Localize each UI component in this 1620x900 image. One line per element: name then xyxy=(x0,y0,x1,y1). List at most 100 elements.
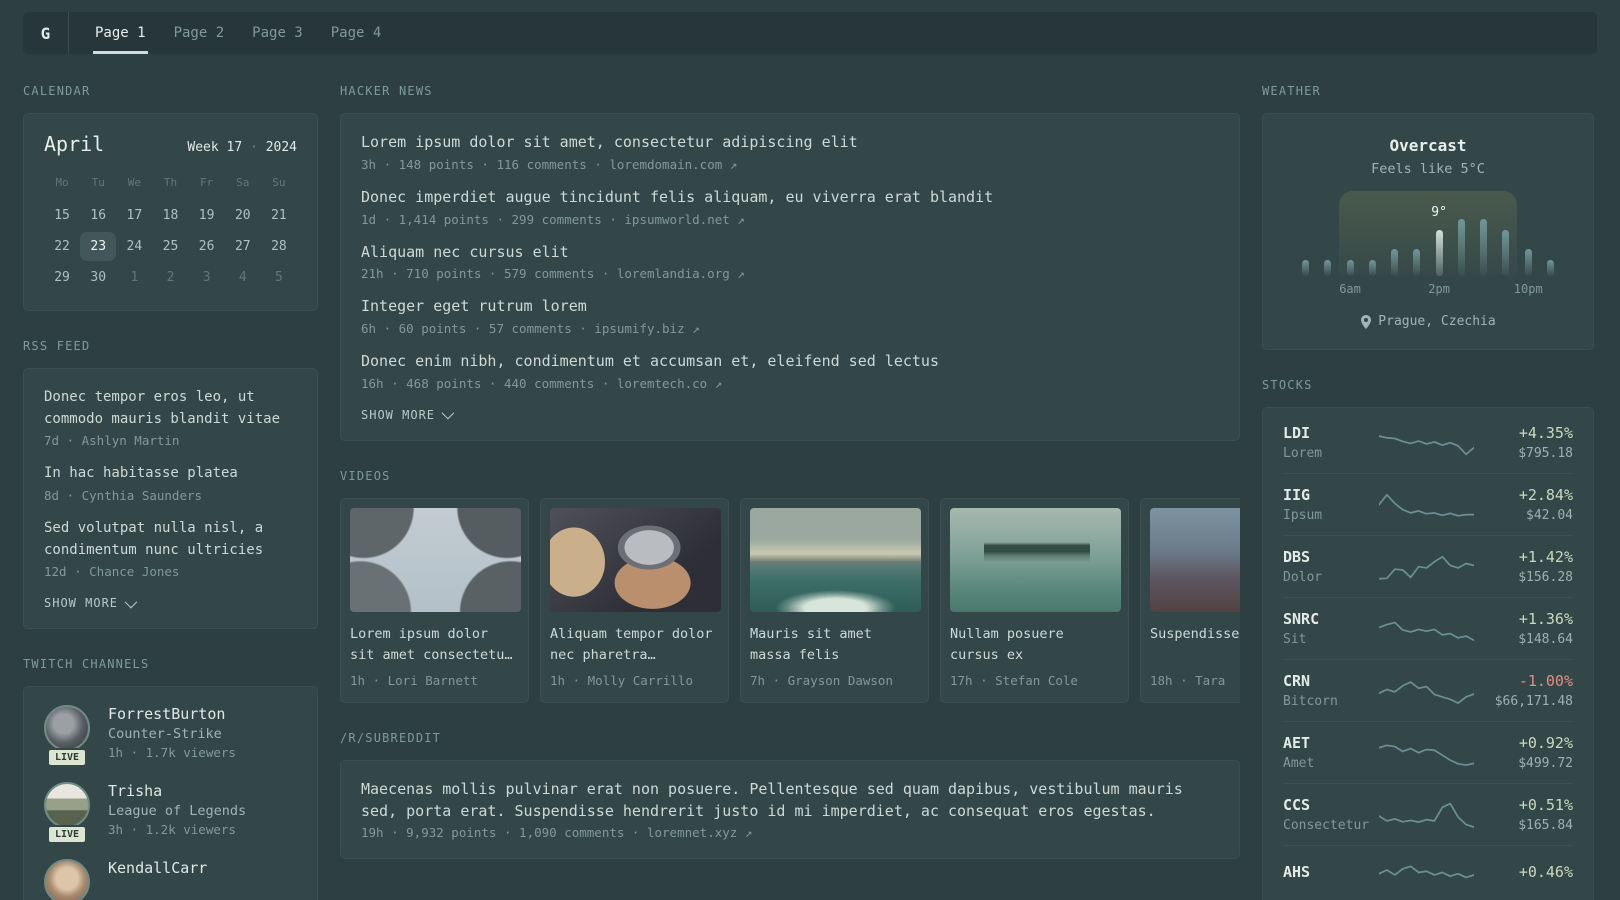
weather-bar xyxy=(1413,249,1421,276)
weather-chart: 9° xyxy=(1302,191,1554,276)
calendar-weekday: Sa xyxy=(236,176,250,189)
twitch-channel-game: League of Legends xyxy=(108,803,247,820)
video-card[interactable]: Mauris sit amet massa felis 7h · Grayson … xyxy=(740,497,929,703)
weather-time-labels: 6am 2pm 10pm xyxy=(1302,282,1554,298)
rss-item-title[interactable]: Sed volutpat nulla nisl, a condimentum n… xyxy=(44,518,297,561)
video-title[interactable]: Mauris sit amet massa felis xyxy=(750,624,919,666)
hackernews-item-title[interactable]: Lorem ipsum dolor sit amet, consectetur … xyxy=(361,132,1219,154)
twitch-channel-row[interactable]: LIVE ForrestBurton Counter-Strike 1h · 1.7k… xyxy=(44,705,297,768)
rss-show-more-button[interactable]: SHOW MORE xyxy=(44,595,138,610)
external-link[interactable]: loremdomain.com ↗ xyxy=(609,157,737,172)
video-card[interactable]: Lorem ipsum dolor sit amet consectetu… 1h… xyxy=(340,497,529,703)
weather-bar xyxy=(1324,260,1332,276)
twitch-channel-name[interactable]: KendallCarr xyxy=(108,859,207,877)
live-badge: LIVE xyxy=(47,748,88,768)
twitch-channel-row[interactable]: LIVE Trisha League of Legends 3h · 1.2k vie… xyxy=(44,782,297,845)
stock-symbol[interactable]: LDI xyxy=(1283,424,1375,442)
external-link[interactable]: loremnet.xyz ↗ xyxy=(647,825,752,840)
twitch-channel-row[interactable]: KendallCarr xyxy=(44,859,297,900)
calendar-day-selected: 23 xyxy=(80,232,117,261)
stock-change: -1.00% xyxy=(1518,672,1573,690)
external-link[interactable]: loremtech.co ↗ xyxy=(617,376,722,391)
twitch-channel-name[interactable]: Trisha xyxy=(108,782,246,800)
videos-row: Lorem ipsum dolor sit amet consectetu… 1h… xyxy=(340,497,1240,703)
calendar-day: 28 xyxy=(271,239,287,254)
weather-time-label: 2pm xyxy=(1428,282,1450,296)
hackernews-item-title[interactable]: Donec enim nibh, condimentum et accumsan… xyxy=(361,351,1219,373)
stock-row[interactable]: CRN Bitcorn -1.00% $66,171.48 xyxy=(1283,659,1573,721)
top-navigation-bar: G Page 1 Page 2 Page 3 Page 4 xyxy=(23,12,1597,54)
video-card[interactable]: Suspendisse diam 18h · Tara xyxy=(1140,497,1240,703)
stock-symbol[interactable]: AET xyxy=(1283,734,1375,752)
stock-row[interactable]: SNRC Sit +1.36% $148.64 xyxy=(1283,597,1573,659)
stock-row[interactable]: LDI Lorem +4.35% $795.18 xyxy=(1283,412,1573,473)
weather-bar xyxy=(1346,260,1354,276)
external-link[interactable]: loremlandia.org ↗ xyxy=(617,266,745,281)
rss-item-title[interactable]: Donec tempor eros leo, ut commodo mauris… xyxy=(44,387,297,430)
weather-time-label: 6am xyxy=(1339,282,1361,296)
external-link[interactable]: ipsumworld.net ↗ xyxy=(624,212,744,227)
rss-item-meta: 8d · Cynthia Saunders xyxy=(44,488,203,504)
stock-row[interactable]: CCS Consectetur +0.51% $165.84 xyxy=(1283,783,1573,845)
calendar-weekday: Fr xyxy=(200,176,214,189)
stock-info: CRN Bitcorn xyxy=(1283,672,1375,709)
hackernews-show-more-button[interactable]: SHOW MORE xyxy=(361,406,455,422)
tab-page-2[interactable]: Page 2 xyxy=(172,12,227,54)
tab-page-3[interactable]: Page 3 xyxy=(250,12,305,54)
rss-item-title[interactable]: In hac habitasse platea xyxy=(44,463,297,485)
video-title[interactable]: Nullam posuere cursus ex xyxy=(950,624,1119,666)
stock-price: $156.28 xyxy=(1518,570,1573,585)
right-column: WEATHER Overcast Feels like 5°C 9° 6am 2p… xyxy=(1262,84,1594,900)
rss-item-meta: 12d · Chance Jones xyxy=(44,564,180,580)
stock-symbol[interactable]: IIG xyxy=(1283,486,1375,504)
stock-name: Amet xyxy=(1283,756,1315,771)
stock-symbol[interactable]: DBS xyxy=(1283,548,1375,566)
video-title[interactable]: Suspendisse diam xyxy=(1150,624,1240,666)
rss-items: Donec tempor eros leo, ut commodo mauris… xyxy=(44,387,297,579)
calendar-section-title: CALENDAR xyxy=(23,84,91,98)
video-card[interactable]: Aliquam tempor dolor nec pharetra… 1h · M… xyxy=(540,497,729,703)
stock-name: Sit xyxy=(1283,632,1307,647)
calendar-month: April xyxy=(44,132,105,156)
stocks-section-title: STOCKS xyxy=(1262,378,1313,392)
calendar-day: 4 xyxy=(238,270,247,285)
calendar-week-year: Week 17 · 2024 xyxy=(187,140,297,155)
sparkline-chart xyxy=(1378,621,1474,641)
sparkline-chart xyxy=(1378,434,1474,455)
stock-symbol[interactable]: CRN xyxy=(1283,672,1375,690)
rss-item-meta: 7d · Ashlyn Martin xyxy=(44,433,180,449)
external-link[interactable]: ipsumify.biz ↗ xyxy=(594,321,699,336)
calendar-week: Week 17 xyxy=(187,140,243,155)
twitch-channel-info: KendallCarr xyxy=(108,859,207,900)
video-title[interactable]: Lorem ipsum dolor sit amet consectetu… xyxy=(350,624,519,666)
video-card[interactable]: Nullam posuere cursus ex 17h · Stefan Col… xyxy=(940,497,1129,703)
tab-page-1[interactable]: Page 1 xyxy=(93,12,148,54)
sparkline-chart xyxy=(1378,555,1474,580)
stock-row[interactable]: AHS +0.46% xyxy=(1283,845,1573,900)
tab-page-4[interactable]: Page 4 xyxy=(329,12,384,54)
app-logo[interactable]: G xyxy=(23,12,69,54)
rss-section-title: RSS FEED xyxy=(23,339,91,353)
stock-row[interactable]: AET Amet +0.92% $499.72 xyxy=(1283,721,1573,783)
weather-feels-like: Feels like 5°C xyxy=(1371,161,1485,177)
hackernews-item-title[interactable]: Aliquam nec cursus elit xyxy=(361,242,1219,264)
stock-symbol[interactable]: CCS xyxy=(1283,796,1375,814)
video-thumbnail xyxy=(550,507,721,612)
stock-row[interactable]: DBS Dolor +1.42% $156.28 xyxy=(1283,535,1573,597)
twitch-channel-name[interactable]: ForrestBurton xyxy=(108,705,236,723)
hackernews-item-title[interactable]: Integer eget rutrum lorem xyxy=(361,296,1219,318)
hackernews-item-title[interactable]: Donec imperdiet augue tincidunt felis al… xyxy=(361,187,1219,209)
subreddit-widget: Maecenas mollis pulvinar erat non posuer… xyxy=(340,759,1240,860)
feed-item-meta: 6h · 60 points · 57 comments · ipsumify.… xyxy=(361,321,700,336)
hackernews-section-title: HACKER NEWS xyxy=(340,84,433,98)
weather-bar xyxy=(1457,219,1465,276)
video-title[interactable]: Aliquam tempor dolor nec pharetra… xyxy=(550,624,719,666)
hackernews-widget: Lorem ipsum dolor sit amet, consectetur … xyxy=(340,113,1240,441)
subreddit-post-title[interactable]: Maecenas mollis pulvinar erat non posuer… xyxy=(361,779,1219,823)
stock-row[interactable]: IIG Ipsum +2.84% $42.04 xyxy=(1283,473,1573,535)
stock-symbol[interactable]: SNRC xyxy=(1283,610,1375,628)
feed-item-meta: 1d · 1,414 points · 299 comments · ipsum… xyxy=(361,211,745,227)
stocks-widget: LDI Lorem +4.35% $795.18 IIG Ipsum +2.84% $42.0… xyxy=(1262,407,1594,900)
middle-column: HACKER NEWS Lorem ipsum dolor sit amet, … xyxy=(340,84,1240,860)
stock-symbol[interactable]: AHS xyxy=(1283,863,1375,881)
